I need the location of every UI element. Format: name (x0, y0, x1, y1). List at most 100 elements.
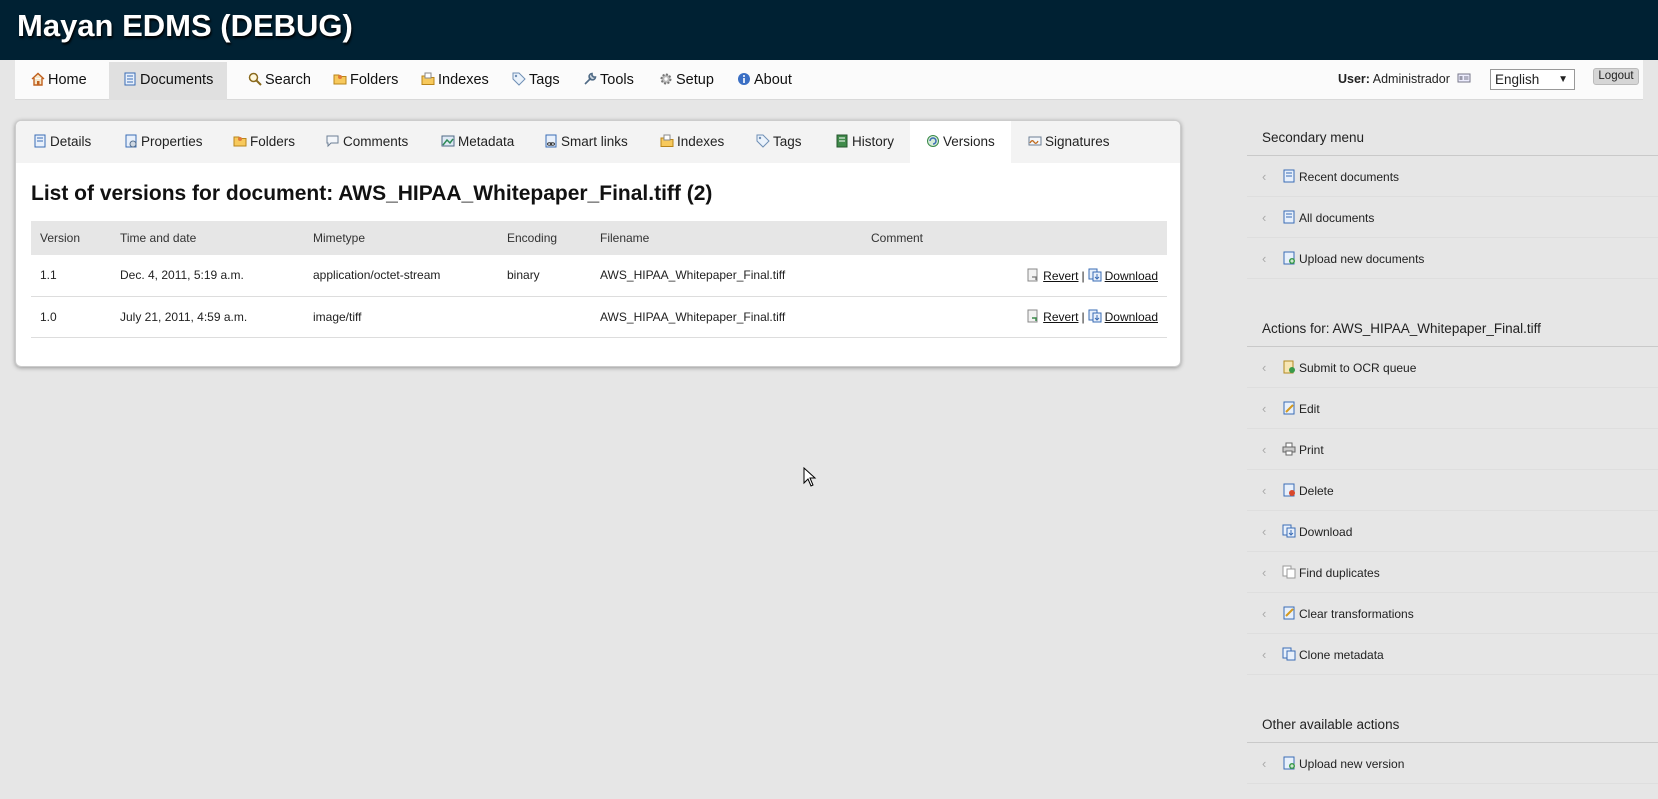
sidebar-item-upload-new-version[interactable]: ‹ Upload new version (1247, 743, 1658, 784)
download-icon (1282, 524, 1296, 538)
tag-icon (512, 72, 526, 86)
action-separator: | (1081, 310, 1085, 324)
other-actions-title: Other available actions (1247, 707, 1658, 743)
nav-search[interactable]: Search (248, 60, 311, 100)
signature-icon (1028, 134, 1042, 148)
nav-home[interactable]: Home (31, 60, 87, 100)
chevron-left-icon: ‹ (1262, 565, 1267, 580)
chevron-left-icon: ‹ (1262, 524, 1267, 539)
document-panel: Details Properties Folders Comments Meta… (15, 120, 1181, 367)
logout-button[interactable]: Logout (1593, 68, 1639, 85)
info-icon (737, 72, 751, 86)
chevron-left-icon: ‹ (1262, 210, 1267, 225)
chevron-left-icon: ‹ (1262, 169, 1267, 184)
tab-tags[interactable]: Tags (756, 121, 802, 163)
sidebar-item-edit[interactable]: ‹ Edit (1247, 388, 1658, 429)
chevron-left-icon: ‹ (1262, 647, 1267, 662)
revert-link[interactable]: Revert (1043, 310, 1078, 324)
nav-indexes-label: Indexes (438, 72, 489, 88)
nav-search-label: Search (265, 72, 311, 88)
sidebar-item-label: Upload new documents (1299, 252, 1425, 266)
sidebar-item-label: Clone metadata (1299, 648, 1384, 662)
sidebar-item-upload-new-documents[interactable]: ‹ Upload new documents (1247, 238, 1658, 279)
sidebar-item-recent-documents[interactable]: ‹ Recent documents (1247, 156, 1658, 197)
document-add-icon (1282, 251, 1296, 265)
sidebar-item-delete[interactable]: ‹ Delete (1247, 470, 1658, 511)
metadata-icon (441, 134, 455, 148)
revert-icon (1026, 268, 1040, 282)
app-header: Mayan EDMS (DEBUG) (0, 0, 1658, 60)
tab-properties[interactable]: Properties (124, 121, 203, 163)
sidebar-item-print[interactable]: ‹ Print (1247, 429, 1658, 470)
document-icon (1282, 210, 1296, 224)
sidebar-item-all-documents[interactable]: ‹ All documents (1247, 197, 1658, 238)
nav-documents[interactable]: Documents (109, 62, 228, 100)
nav-documents-label: Documents (140, 72, 214, 88)
action-separator: | (1081, 268, 1085, 283)
chevron-left-icon: ‹ (1262, 251, 1267, 266)
cell-filename: AWS_HIPAA_Whitepaper_Final.tiff (591, 296, 862, 338)
cell-comment (862, 296, 982, 338)
tab-smart-links[interactable]: Smart links (544, 121, 628, 163)
table-header-row: Version Time and date Mimetype Encoding … (31, 221, 1167, 255)
column-header-encoding: Encoding (498, 221, 591, 255)
language-select[interactable]: English ▼ (1490, 69, 1575, 90)
table-row: 1.0 July 21, 2011, 4:59 a.m. image/tiff … (31, 296, 1167, 338)
nav-tags[interactable]: Tags (512, 60, 560, 100)
tab-properties-label: Properties (141, 134, 203, 149)
transform-icon (1282, 606, 1296, 620)
wrench-icon (583, 72, 597, 86)
cell-version: 1.0 (31, 296, 111, 338)
cell-actions: Revert | Download (982, 296, 1167, 338)
nav-setup[interactable]: Setup (659, 60, 714, 100)
sidebar-item-label: Download (1299, 525, 1353, 539)
column-header-time-and-date: Time and date (111, 221, 304, 255)
nav-indexes[interactable]: Indexes (421, 60, 489, 100)
sidebar-item-submit-to-ocr-queue[interactable]: ‹ Submit to OCR queue (1247, 347, 1658, 388)
revert-link[interactable]: Revert (1043, 269, 1078, 283)
tab-details-label: Details (50, 134, 92, 149)
user-name[interactable]: Administrador (1373, 72, 1450, 86)
chevron-left-icon: ‹ (1262, 606, 1267, 621)
sidebar-item-clear-transformations[interactable]: ‹ Clear transformations (1247, 593, 1658, 634)
download-link[interactable]: Download (1105, 269, 1158, 283)
dropdown-arrow-icon: ▼ (1558, 74, 1568, 85)
chevron-left-icon: ‹ (1262, 360, 1267, 375)
versions-icon (926, 134, 940, 148)
cell-actions: Revert | Download (982, 255, 1167, 297)
home-icon (31, 72, 45, 86)
user-card-icon[interactable] (1457, 71, 1471, 85)
sidebar-item-download[interactable]: ‹ Download (1247, 511, 1658, 552)
tab-folders[interactable]: Folders (233, 121, 295, 163)
gear-icon (659, 72, 673, 86)
cell-filename: AWS_HIPAA_Whitepaper_Final.tiff (591, 255, 862, 297)
nav-folders[interactable]: Folders (333, 60, 398, 100)
sidebar-item-find-duplicates[interactable]: ‹ Find duplicates (1247, 552, 1658, 593)
versions-table: Version Time and date Mimetype Encoding … (31, 221, 1167, 338)
tab-metadata[interactable]: Metadata (441, 121, 514, 163)
tab-indexes[interactable]: Indexes (660, 121, 724, 163)
tab-versions[interactable]: Versions (910, 121, 1011, 163)
tab-details[interactable]: Details (33, 121, 91, 163)
ocr-queue-icon (1282, 360, 1296, 374)
tab-comments[interactable]: Comments (326, 121, 408, 163)
actions-menu-title: Actions for: AWS_HIPAA_Whitepaper_Final.… (1247, 311, 1658, 347)
nav-about[interactable]: About (737, 60, 792, 100)
tab-indexes-label: Indexes (677, 134, 725, 149)
chevron-left-icon: ‹ (1262, 442, 1267, 457)
cell-mimetype: application/octet-stream (304, 255, 498, 297)
sidebar-item-clone-metadata[interactable]: ‹ Clone metadata (1247, 634, 1658, 675)
tag-icon (756, 134, 770, 148)
tab-history[interactable]: History (835, 121, 894, 163)
language-value: English (1495, 72, 1540, 87)
nav-tools[interactable]: Tools (583, 60, 634, 100)
search-icon (248, 72, 262, 86)
download-icon (1088, 309, 1102, 323)
download-link[interactable]: Download (1105, 310, 1158, 324)
nav-folders-label: Folders (350, 72, 399, 88)
sidebar-item-label: Recent documents (1299, 170, 1400, 184)
tab-signatures[interactable]: Signatures (1028, 121, 1110, 163)
revert-icon (1026, 309, 1040, 323)
